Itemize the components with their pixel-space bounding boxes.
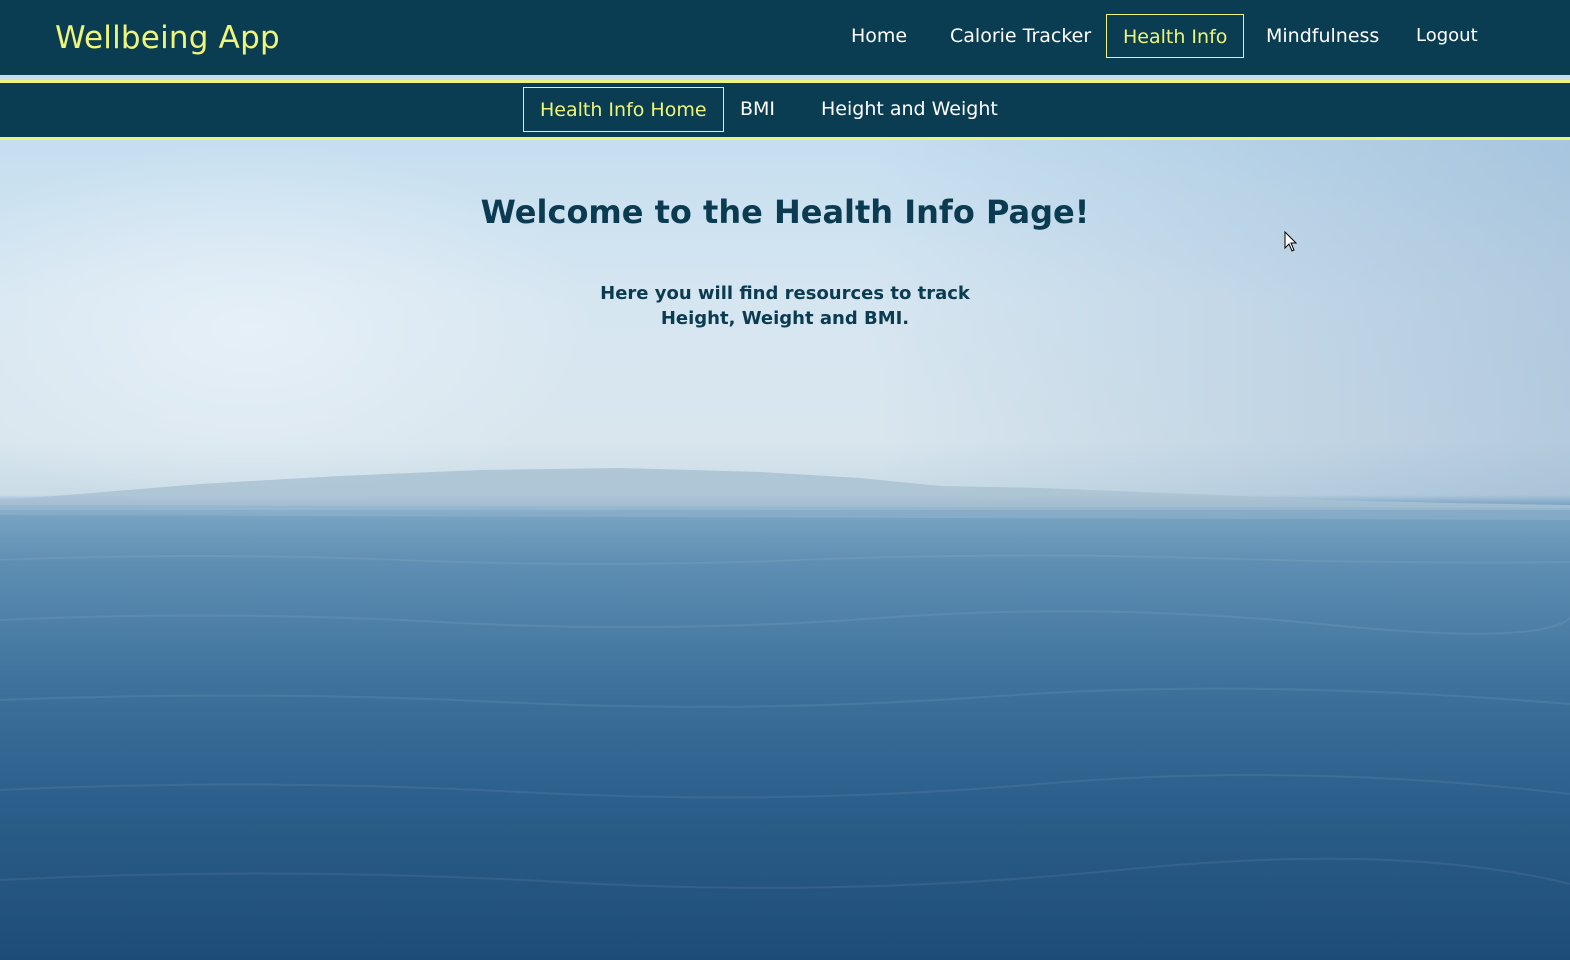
page-description: Here you will find resources to track He… xyxy=(600,283,970,329)
nav-home[interactable]: Home xyxy=(835,14,923,58)
page-title: Welcome to the Health Info Page! xyxy=(480,193,1090,231)
nav-health-info[interactable]: Health Info xyxy=(1106,14,1245,58)
nav-calorie-tracker[interactable]: Calorie Tracker xyxy=(934,14,1107,58)
brand-logo[interactable]: Wellbeing App xyxy=(55,20,280,56)
nav-mindfulness[interactable]: Mindfulness xyxy=(1250,14,1395,58)
ocean-background-image xyxy=(0,0,1570,960)
sub-navbar: Health Info Home BMI Height and Weight xyxy=(0,80,1570,140)
subnav-height-and-weight[interactable]: Height and Weight xyxy=(805,87,1014,132)
nav-logout[interactable]: Logout xyxy=(1400,14,1494,58)
mouse-cursor-icon xyxy=(1284,230,1298,258)
top-navbar: Wellbeing App Home Calorie Tracker Healt… xyxy=(0,0,1570,75)
subnav-bmi[interactable]: BMI xyxy=(724,87,791,132)
subnav-health-info-home[interactable]: Health Info Home xyxy=(523,87,724,132)
